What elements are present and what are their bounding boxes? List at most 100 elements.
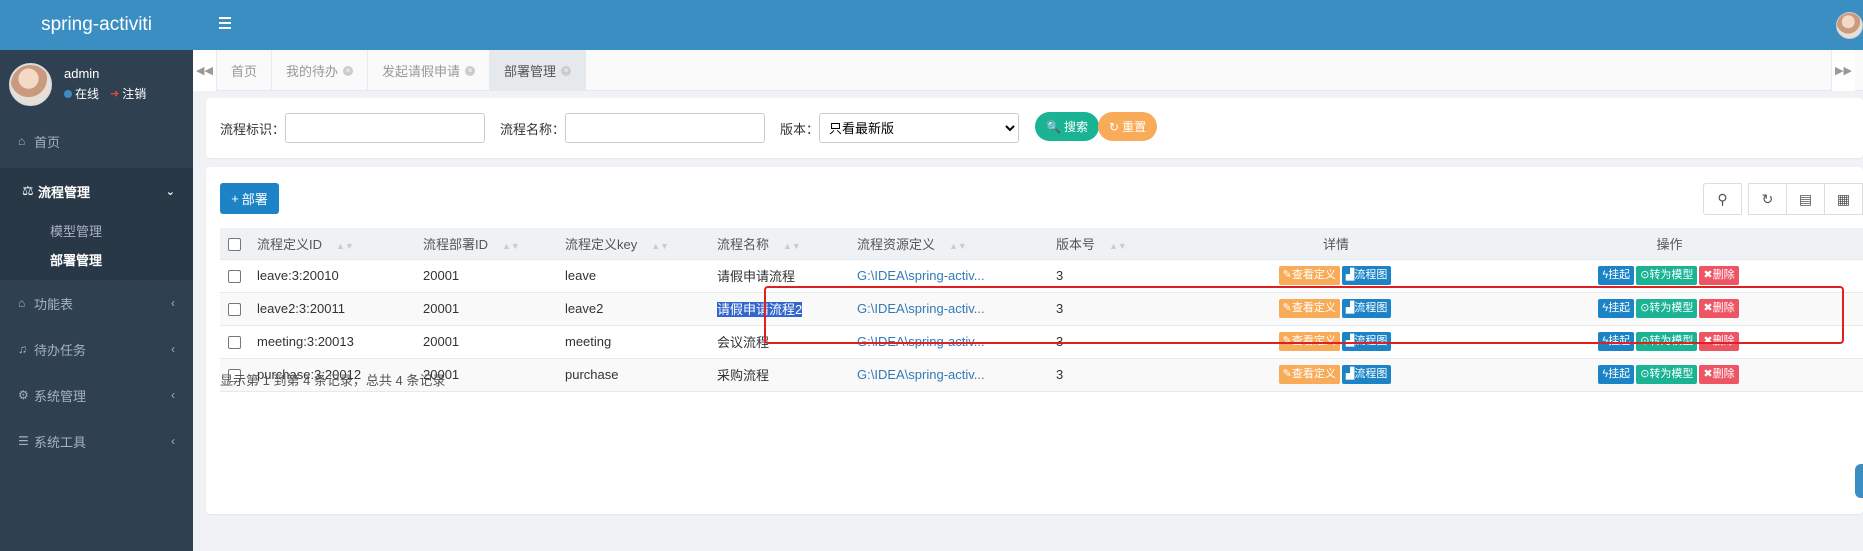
sidebar-item-label: 功能表 (34, 296, 74, 312)
convert-model-button[interactable]: ⊙转为模型 (1636, 266, 1698, 285)
avatar (9, 62, 52, 106)
cell-name: 采购流程 (709, 358, 849, 392)
delete-button[interactable]: ✖删除 (1699, 365, 1739, 384)
table-row[interactable]: leave2:3:20011 20001 leave2 请假申请流程2 G:\I… (220, 292, 1863, 326)
cell-version: 3 (1048, 259, 1196, 293)
convert-model-button[interactable]: ⊙转为模型 (1636, 299, 1698, 318)
sidebar-subitem-deploy[interactable]: 部署管理 (0, 247, 193, 280)
side-drawer-handle[interactable] (1855, 464, 1863, 498)
refresh-button[interactable]: ↻ (1748, 183, 1787, 215)
tab-label: 部署管理 (504, 64, 557, 79)
menu-toggle-icon[interactable] (219, 17, 231, 32)
search-toggle-button[interactable]: ⚲ (1703, 183, 1742, 215)
convert-model-button[interactable]: ⊙转为模型 (1636, 365, 1698, 384)
brand-logo[interactable]: spring-activiti (0, 0, 193, 50)
tabs-scroll-left-icon[interactable]: ◀◀ (193, 50, 217, 91)
cell-name-selected: 请假申请流程2 (717, 302, 803, 317)
reset-button[interactable]: ↻ 重置 (1098, 112, 1158, 141)
sidebar-item-process-mgmt[interactable]: ⚖ 流程管理 ⌄ (0, 168, 193, 214)
online-status: 在线 (75, 87, 100, 101)
logout-icon[interactable]: ➜ (110, 87, 119, 100)
sort-icon: ▲▼ (783, 240, 801, 251)
delete-button[interactable]: ✖删除 (1699, 299, 1739, 318)
sort-icon: ▲▼ (1109, 240, 1127, 251)
home-icon: ⌂ (18, 134, 26, 148)
suspend-button[interactable]: ϟ挂起 (1598, 299, 1635, 318)
toggle-view-button[interactable]: ▤ (1786, 183, 1825, 215)
col-header[interactable]: 流程部署ID ▲▼ (415, 228, 557, 260)
top-avatar[interactable] (1836, 12, 1863, 39)
row-checkbox[interactable] (228, 336, 241, 350)
row-checkbox[interactable] (228, 270, 241, 284)
chevron-left-icon: ‹ (171, 388, 175, 402)
sidebar: spring-activiti admin 在线 ➜ 注销 ⌂ 首页 ⚖ 流程管… (0, 0, 193, 551)
col-header: 操作 (1476, 228, 1863, 260)
search-button[interactable]: 🔍 搜索 (1035, 112, 1099, 141)
table-header-row: 流程定义ID ▲▼ 流程部署ID ▲▼ 流程定义key ▲▼ 流程名称 ▲▼ 流程资源定… (220, 228, 1863, 260)
close-icon[interactable]: × (465, 65, 476, 76)
view-definition-button[interactable]: ✎查看定义 (1278, 365, 1340, 384)
flowchart-button[interactable]: ▟流程图 (1341, 266, 1392, 285)
col-header[interactable]: 流程定义key ▲▼ (557, 228, 709, 260)
table-row[interactable]: leave:3:20010 20001 leave 请假申请流程 G:\IDEA… (220, 259, 1863, 293)
version-label: 版本： (780, 121, 820, 137)
refresh-icon: ↻ (1109, 119, 1120, 134)
flowchart-button[interactable]: ▟流程图 (1341, 299, 1392, 318)
sidebar-item-todo[interactable]: ♫ 待办任务 ‹ (0, 326, 193, 372)
resource-link[interactable]: G:\IDEA\spring-activ... (857, 301, 985, 316)
tab-label: 我的待办 (286, 64, 339, 79)
row-checkbox[interactable] (228, 303, 241, 317)
sidebar-item-label: 系统工具 (34, 434, 87, 450)
delete-button[interactable]: ✖删除 (1699, 332, 1739, 351)
col-header[interactable]: 流程定义ID ▲▼ (249, 228, 415, 260)
view-definition-button[interactable]: ✎查看定义 (1278, 332, 1340, 351)
tab-my-todo[interactable]: 我的待办 × (272, 50, 369, 91)
tab-home[interactable]: 首页 (217, 50, 273, 91)
sidebar-item-functions[interactable]: ⌂ 功能表 ‹ (0, 280, 193, 326)
resource-link[interactable]: G:\IDEA\spring-activ... (857, 268, 985, 283)
sort-icon: ▲▼ (651, 240, 670, 251)
process-key-input[interactable] (285, 113, 486, 143)
col-header[interactable]: 流程资源定义 ▲▼ (849, 228, 1048, 260)
tabs-scroll-right-icon[interactable]: ▶▶ (1831, 50, 1855, 91)
flowchart-button[interactable]: ▟流程图 (1341, 365, 1392, 384)
col-header[interactable]: 版本号 ▲▼ (1048, 228, 1196, 260)
resource-link[interactable]: G:\IDEA\spring-activ... (857, 334, 985, 349)
cell-name: 会议流程 (709, 325, 849, 359)
process-name-input[interactable] (565, 113, 766, 143)
columns-button[interactable]: ▦ (1824, 183, 1863, 215)
close-icon[interactable]: × (343, 65, 354, 76)
view-definition-button[interactable]: ✎查看定义 (1278, 266, 1340, 285)
suspend-button[interactable]: ϟ挂起 (1598, 332, 1635, 351)
sidebar-item-system[interactable]: ⚙ 系统管理 ‹ (0, 372, 193, 418)
flowchart-button[interactable]: ▟流程图 (1341, 332, 1392, 351)
view-definition-button[interactable]: ✎查看定义 (1278, 299, 1340, 318)
suspend-button[interactable]: ϟ挂起 (1598, 266, 1635, 285)
logout-link[interactable]: 注销 (122, 85, 146, 102)
suspend-button[interactable]: ϟ挂起 (1598, 365, 1635, 384)
pagination-info: 显示第 1 到第 4 条记录，总共 4 条记录 (220, 373, 446, 388)
select-all-checkbox[interactable] (228, 237, 241, 251)
tab-deploy-mgmt[interactable]: 部署管理 × (490, 50, 587, 91)
search-panel: 流程标识： 流程名称： 版本： 只看最新版 🔍 搜索 ↻ 重置 (206, 98, 1863, 158)
resource-link[interactable]: G:\IDEA\spring-activ... (857, 367, 985, 382)
table-row[interactable]: purchase:3:20012 20001 purchase 采购流程 G:\… (220, 358, 1863, 392)
sidebar-item-tools[interactable]: ☰ 系统工具 ‹ (0, 418, 193, 464)
sidebar-subitem-model[interactable]: 模型管理 (0, 214, 193, 247)
version-select[interactable]: 只看最新版 (819, 113, 1020, 143)
deploy-button-label: 部署 (241, 192, 268, 207)
search-button-label: 搜索 (1063, 120, 1088, 134)
table-row[interactable]: meeting:3:20013 20001 meeting 会议流程 G:\ID… (220, 325, 1863, 359)
cell-key: purchase (557, 358, 709, 392)
bell-icon: ♫ (18, 342, 27, 356)
cell-version: 3 (1048, 325, 1196, 359)
search-icon: ⚲ (1717, 190, 1728, 207)
close-icon[interactable]: × (561, 65, 572, 76)
tab-leave-apply[interactable]: 发起请假申请 × (368, 50, 491, 91)
cell-deploy-id: 20001 (415, 259, 557, 293)
delete-button[interactable]: ✖删除 (1699, 266, 1739, 285)
convert-model-button[interactable]: ⊙转为模型 (1636, 332, 1698, 351)
sidebar-item-home[interactable]: ⌂ 首页 (0, 118, 193, 164)
deploy-button[interactable]: + 部署 (220, 183, 279, 214)
col-header[interactable]: 流程名称 ▲▼ (709, 228, 849, 260)
